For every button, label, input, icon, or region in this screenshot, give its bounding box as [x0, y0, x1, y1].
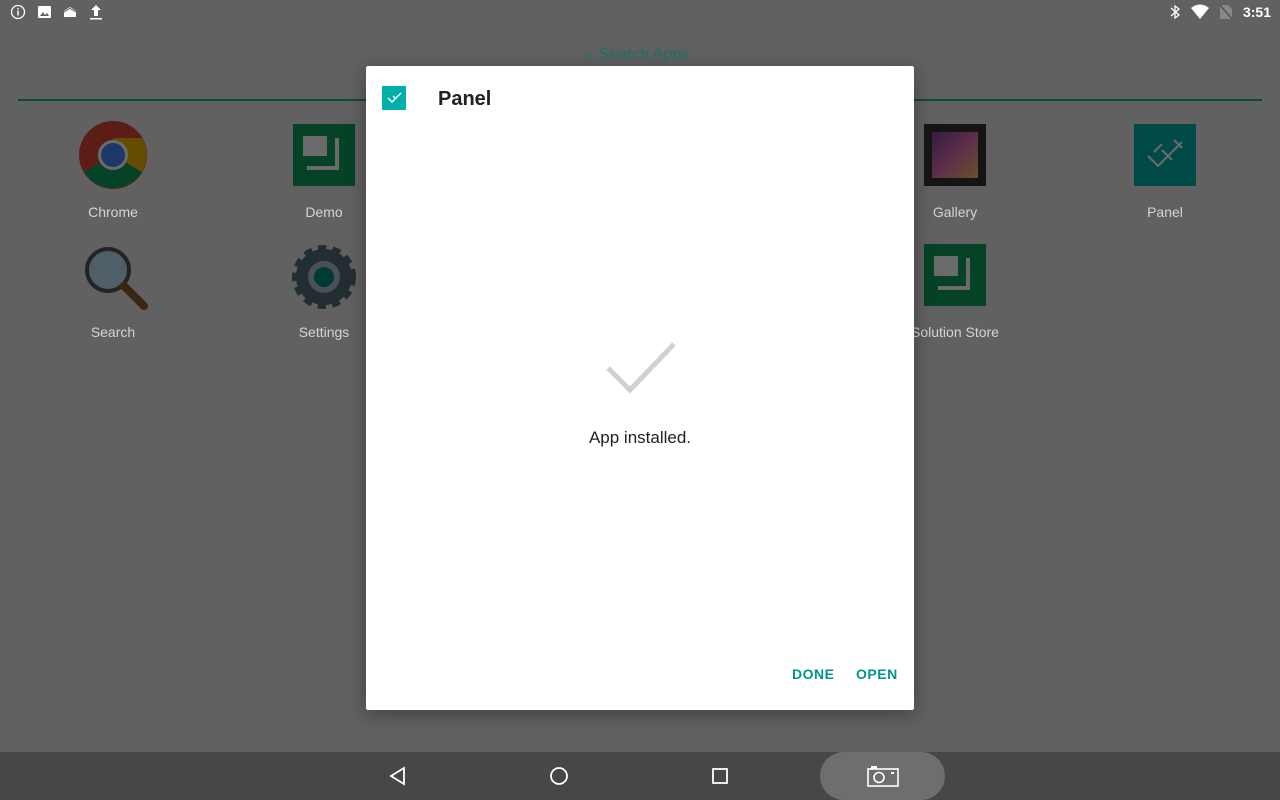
- install-dialog: Panel App installed. DONE OPEN: [366, 66, 914, 710]
- search-placeholder: Search Apps: [598, 46, 690, 63]
- open-button[interactable]: OPEN: [856, 666, 898, 682]
- screenshot-button[interactable]: [820, 752, 945, 800]
- no-sim-icon: [1219, 4, 1233, 20]
- image-icon: [38, 6, 51, 18]
- recents-icon[interactable]: [708, 764, 732, 788]
- notification-icon: [63, 7, 77, 17]
- checkmark-icon: [606, 342, 676, 394]
- app-label: Panel: [1147, 204, 1183, 220]
- dialog-title: Panel: [438, 88, 492, 110]
- chrome-icon: [79, 121, 147, 189]
- done-button[interactable]: DONE: [792, 666, 834, 682]
- bluetooth-icon: [1170, 4, 1181, 20]
- demo-icon: [293, 124, 355, 186]
- navigation-bar: [0, 752, 1280, 800]
- panel-icon: [382, 86, 406, 110]
- wifi-icon: [1190, 4, 1209, 19]
- home-icon[interactable]: [547, 764, 571, 788]
- info-icon: [10, 4, 26, 20]
- status-bar: 3:51: [0, 0, 1280, 24]
- upload-icon: [90, 5, 102, 20]
- back-icon[interactable]: [386, 764, 410, 788]
- app-panel[interactable]: Panel: [1085, 124, 1245, 220]
- gear-icon: [292, 244, 356, 309]
- install-message: App installed.: [588, 428, 692, 447]
- search-apps-field[interactable]: ⌕ Search Apps: [585, 46, 689, 64]
- clock: 3:51: [1242, 4, 1271, 20]
- app-label: Chrome: [88, 204, 138, 220]
- app-search[interactable]: Search: [33, 244, 193, 340]
- gallery-icon: [924, 124, 986, 186]
- solution-store-icon: [924, 244, 986, 306]
- magnifier-icon: [82, 244, 148, 310]
- screenshot-icon: [867, 766, 899, 787]
- panel-icon: [1134, 124, 1196, 186]
- app-label: Search: [90, 324, 136, 340]
- app-chrome[interactable]: Chrome: [33, 121, 193, 220]
